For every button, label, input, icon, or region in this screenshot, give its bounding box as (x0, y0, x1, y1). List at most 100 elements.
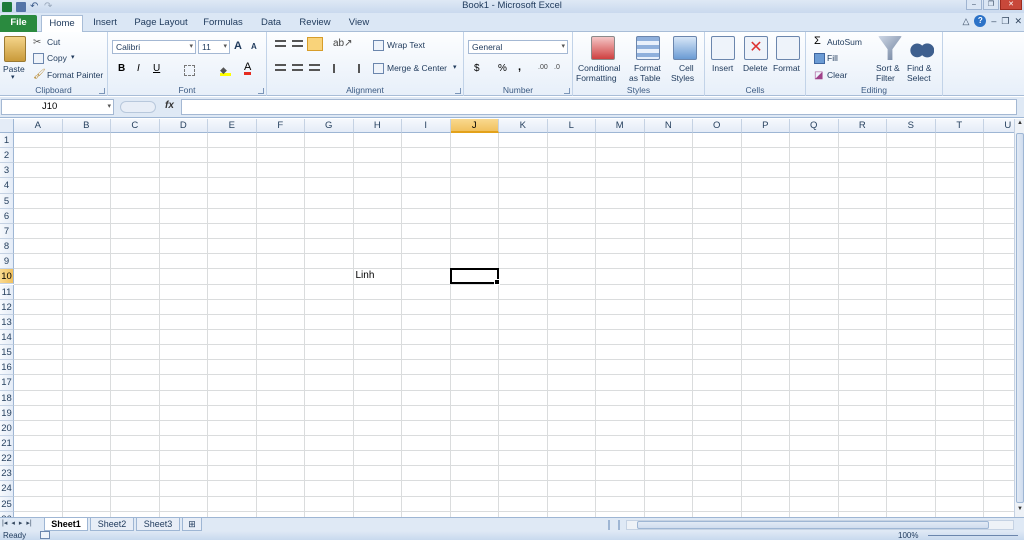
column-header-p[interactable]: P (741, 119, 790, 133)
column-header-l[interactable]: L (547, 119, 596, 133)
sort-filter-line1[interactable]: Sort & (876, 63, 900, 73)
format-cells-button[interactable]: Format (773, 63, 800, 73)
column-header-h[interactable]: H (353, 119, 402, 133)
font-name-select[interactable]: Calibri (112, 40, 196, 54)
row-header-22[interactable]: 22 (0, 451, 14, 467)
column-header-e[interactable]: E (208, 119, 257, 133)
format-painter-button[interactable]: Format Painter (47, 70, 103, 80)
column-header-n[interactable]: N (644, 119, 693, 133)
formula-expand-icon[interactable] (120, 101, 156, 113)
merge-center-button[interactable]: Merge & Center (387, 63, 447, 73)
tab-home[interactable]: Home (41, 15, 83, 33)
format-as-table-icon[interactable] (636, 36, 660, 60)
font-color-button[interactable]: A (244, 62, 252, 75)
align-middle-icon[interactable] (292, 40, 303, 47)
column-header-i[interactable]: I (402, 119, 451, 133)
autosum-button[interactable]: AutoSum (827, 37, 862, 47)
alignment-launcher-icon[interactable] (455, 88, 461, 94)
active-cell-j10[interactable] (449, 268, 500, 286)
tab-insert[interactable]: Insert (87, 15, 123, 32)
delete-cells-button[interactable]: Delete (743, 63, 768, 73)
cell-styles-icon[interactable] (673, 36, 697, 60)
increase-decimal-icon[interactable]: .00 (538, 64, 548, 71)
number-format-select[interactable]: General (468, 40, 568, 54)
formula-input[interactable] (181, 99, 1017, 115)
sheet-tab-2[interactable]: Sheet2 (90, 518, 134, 531)
row-header-1[interactable]: 1 (0, 133, 14, 149)
column-header-d[interactable]: D (159, 119, 208, 133)
row-header-25[interactable]: 25 (0, 496, 14, 512)
align-top-icon[interactable] (275, 40, 286, 47)
row-header-15[interactable]: 15 (0, 345, 14, 361)
column-header-s[interactable]: S (887, 119, 936, 133)
delete-cells-icon[interactable]: ✕ (744, 36, 768, 60)
font-size-select[interactable]: 11 (198, 40, 230, 54)
tab-split-handle[interactable] (608, 520, 620, 530)
minimize-button[interactable]: – (966, 0, 982, 10)
horizontal-scroll-thumb[interactable] (637, 521, 989, 529)
zoom-slider[interactable] (928, 535, 1018, 536)
comma-button[interactable]: , (518, 61, 521, 73)
binoculars-icon[interactable] (910, 36, 934, 60)
underline-button[interactable]: U (153, 63, 160, 74)
row-header-17[interactable]: 17 (0, 375, 14, 391)
column-header-u[interactable]: U (984, 119, 1014, 133)
row-header-10[interactable]: 10 (0, 269, 14, 285)
percent-button[interactable]: % (498, 63, 507, 74)
row-header-9[interactable]: 9 (0, 254, 14, 270)
row-header-4[interactable]: 4 (0, 178, 14, 194)
clipboard-launcher-icon[interactable] (99, 88, 105, 94)
conditional-formatting-icon[interactable] (591, 36, 615, 60)
row-header-18[interactable]: 18 (0, 390, 14, 406)
select-all-corner[interactable] (0, 119, 14, 133)
find-select-line2[interactable]: Select (907, 73, 931, 83)
fill-button[interactable]: Fill (827, 53, 838, 63)
clear-button[interactable]: Clear (827, 70, 847, 80)
tab-page-layout[interactable]: Page Layout (131, 15, 191, 32)
cell-styles-line2[interactable]: Styles (671, 73, 694, 83)
row-header-16[interactable]: 16 (0, 360, 14, 376)
save-icon[interactable] (16, 1, 26, 12)
column-header-q[interactable]: Q (790, 119, 839, 133)
tab-data[interactable]: Data (255, 15, 287, 32)
vertical-scroll-thumb[interactable] (1016, 133, 1024, 503)
tab-review[interactable]: Review (295, 15, 335, 32)
workbook-close-button[interactable]: ✕ (1014, 16, 1022, 27)
row-header-20[interactable]: 20 (0, 420, 14, 436)
row-header-8[interactable]: 8 (0, 239, 14, 255)
find-select-line1[interactable]: Find & (907, 63, 932, 73)
grow-font-button[interactable]: A (234, 40, 242, 52)
workbook-minimize-button[interactable]: – (991, 16, 996, 26)
scroll-down-icon[interactable]: ▼ (1016, 506, 1024, 516)
prev-sheet-icon[interactable]: ◂ (11, 519, 15, 527)
scroll-up-icon[interactable]: ▲ (1016, 120, 1024, 130)
align-right-icon[interactable] (309, 64, 320, 71)
insert-cells-icon[interactable] (711, 36, 735, 60)
column-header-a[interactable]: A (14, 119, 63, 133)
row-header-14[interactable]: 14 (0, 329, 14, 346)
row-header-21[interactable]: 21 (0, 436, 14, 452)
insert-function-button[interactable]: fx (165, 100, 174, 111)
row-header-3[interactable]: 3 (0, 163, 14, 179)
conditional-formatting-line1[interactable]: Conditional (578, 63, 621, 73)
align-bottom-icon[interactable] (307, 37, 323, 51)
sheet-tab-1[interactable]: Sheet1 (44, 518, 88, 531)
zoom-level[interactable]: 100% (898, 531, 918, 540)
shrink-font-button[interactable]: A (251, 42, 257, 51)
insert-sheet-icon[interactable]: ⊞ (182, 518, 202, 531)
insert-cells-button[interactable]: Insert (712, 63, 733, 73)
close-button[interactable]: ✕ (1000, 0, 1022, 10)
font-launcher-icon[interactable] (258, 88, 264, 94)
vertical-scrollbar[interactable]: ▲ ▼ (1014, 119, 1024, 517)
decrease-decimal-icon[interactable]: .0 (554, 64, 560, 71)
column-header-c[interactable]: C (111, 119, 160, 133)
horizontal-scrollbar[interactable] (626, 520, 1014, 530)
redo-icon[interactable]: ↷ (44, 1, 54, 12)
column-header-r[interactable]: R (838, 119, 887, 133)
undo-icon[interactable]: ↶ (30, 1, 40, 12)
format-as-table-line2[interactable]: as Table (629, 73, 661, 83)
decrease-indent-icon[interactable] (333, 64, 344, 73)
borders-icon[interactable] (184, 65, 195, 76)
column-header-b[interactable]: B (62, 119, 111, 133)
italic-button[interactable]: I (137, 63, 140, 74)
